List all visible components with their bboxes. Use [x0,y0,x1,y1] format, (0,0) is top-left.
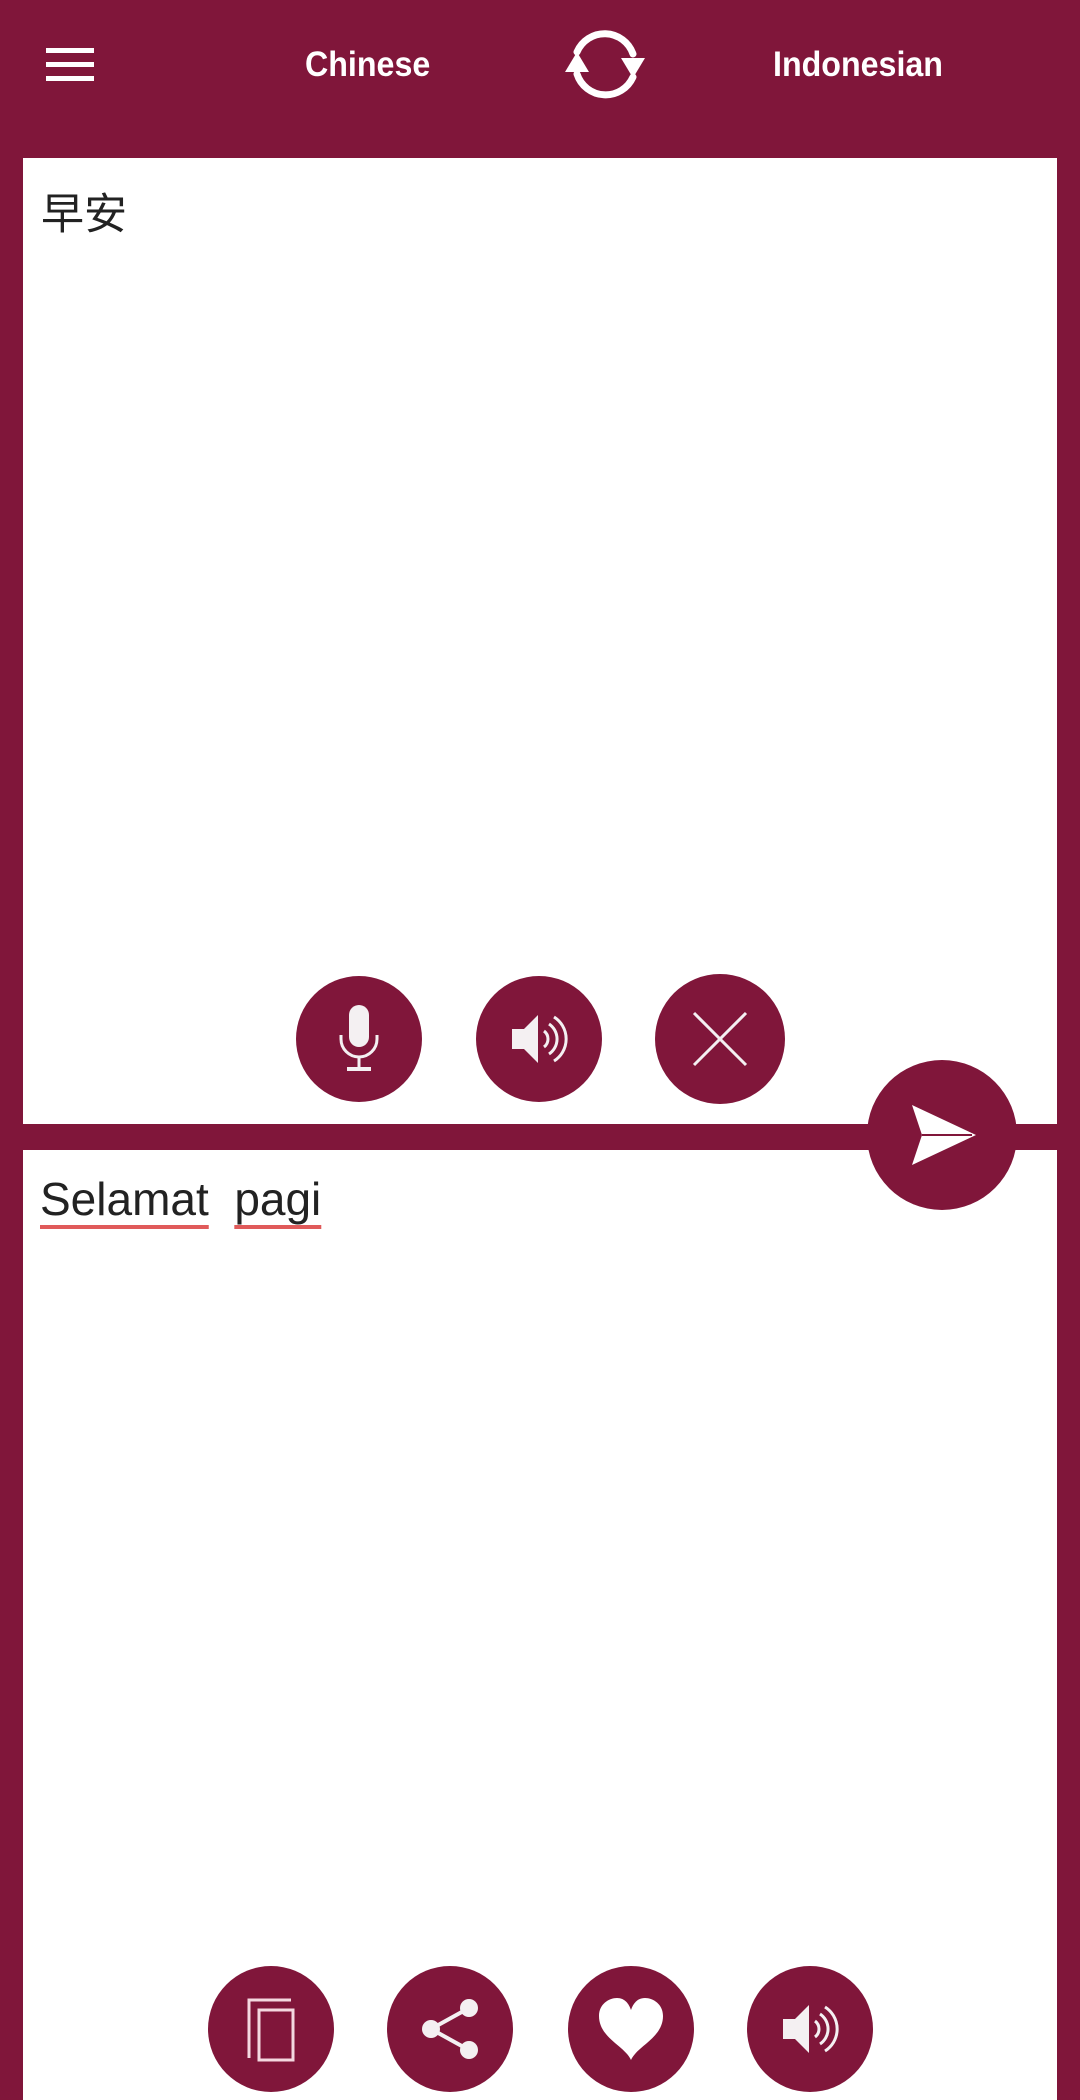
hamburger-menu-icon-bar [46,62,94,67]
swap-languages-button[interactable] [555,22,655,107]
translation-panel: Selamat pagi [23,1150,1057,2100]
share-button[interactable] [387,1966,513,2092]
copy-button[interactable] [208,1966,334,2092]
speak-source-button[interactable] [476,976,602,1102]
microphone-button[interactable] [296,976,422,1102]
clear-text-button[interactable] [655,974,785,1104]
share-icon [422,1999,478,2059]
source-text-panel[interactable]: 早安 [23,158,1057,1124]
speak-target-button[interactable] [747,1966,873,2092]
microphone-icon [339,1005,379,1071]
translated-text: Selamat pagi [40,1172,321,1226]
target-language-selector[interactable]: Indonesian [773,40,943,90]
source-text-input[interactable]: 早安 [41,180,127,242]
word-space [222,1173,235,1225]
menu-button[interactable] [40,40,100,90]
source-language-selector[interactable]: Chinese [305,40,430,90]
hamburger-menu-icon-bar [46,76,94,81]
speaker-icon [783,2005,839,2053]
app-header: Chinese Indonesian [0,0,1080,155]
heart-icon [599,1998,663,2060]
swap-languages-icon [565,30,645,99]
favorite-button[interactable] [568,1966,694,2092]
translate-button[interactable] [867,1060,1017,1210]
send-icon [912,1105,976,1165]
translated-word: Selamat [40,1173,209,1225]
speaker-icon [512,1015,568,1063]
close-icon [692,1011,748,1067]
hamburger-menu-icon [46,48,94,53]
copy-icon [247,1998,295,2062]
translated-word: pagi [234,1173,322,1225]
